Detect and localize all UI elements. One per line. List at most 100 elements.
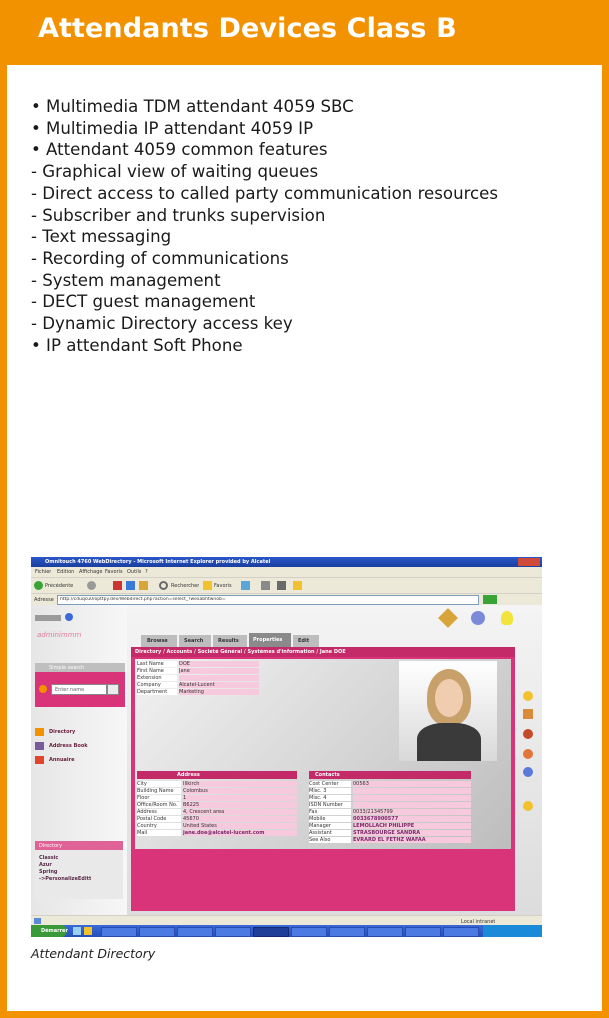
email-icon[interactable]: [523, 767, 533, 777]
taskbar-button[interactable]: [101, 927, 137, 937]
cell-label: Department: [137, 689, 177, 695]
feature-list: • Multimedia TDM attendant 4059 SBC • Mu…: [31, 96, 498, 356]
taskbar-button[interactable]: [367, 927, 403, 937]
tab-label: Search: [184, 638, 204, 644]
back-label[interactable]: Précédente: [45, 583, 73, 589]
cell-value: Jane: [179, 668, 259, 674]
menu-item[interactable]: ?: [145, 569, 148, 575]
home-icon[interactable]: [139, 581, 148, 590]
list-item: • IP attendant Soft Phone: [31, 335, 243, 355]
stop-icon[interactable]: [113, 581, 122, 590]
folders-title: Directory: [39, 843, 63, 849]
nav-item-directory[interactable]: Directory: [35, 727, 123, 737]
tab-properties[interactable]: Properties: [249, 633, 291, 647]
menu-item[interactable]: Edition: [57, 569, 74, 575]
folder-item[interactable]: ->PersonalizeEditt: [39, 876, 91, 882]
cell-label: Address: [137, 809, 181, 815]
cell-value: jane.doe@alcatel-lucent.com: [183, 830, 297, 836]
address-book-icon: [35, 742, 44, 750]
go-button[interactable]: [483, 595, 497, 604]
cell-label: Company: [137, 682, 177, 688]
key-icon[interactable]: [523, 801, 533, 811]
taskbar-button[interactable]: [215, 927, 251, 937]
cell-label: Mobile: [309, 816, 351, 822]
print-icon[interactable]: [277, 581, 286, 590]
photo-face: [435, 679, 463, 717]
tab-results[interactable]: Results: [213, 635, 247, 647]
search-input[interactable]: Enter name: [51, 684, 107, 695]
cell-value: [353, 802, 471, 808]
taskbar-button[interactable]: [177, 927, 213, 937]
cell-value: Alcatel-Lucent: [179, 682, 259, 688]
taskbar-button[interactable]: [139, 927, 175, 937]
call-icon[interactable]: [523, 729, 533, 739]
quick-launch-icon[interactable]: [84, 927, 92, 935]
list-item: - Dynamic Directory access key: [31, 314, 293, 334]
taskbar-button[interactable]: [405, 927, 441, 937]
table-row: Manager LEMOLLACH PHILIPPE: [309, 823, 471, 830]
tab-label: Browse: [147, 638, 168, 644]
favorites-icon[interactable]: [203, 581, 212, 590]
folder-item[interactable]: Spring: [39, 869, 58, 875]
cell-label: ISDN Number: [309, 802, 351, 808]
edit-contact-icon[interactable]: [523, 709, 533, 719]
favorites-label[interactable]: Favoris: [214, 583, 232, 589]
people-icon[interactable]: [471, 611, 485, 625]
system-tray: [483, 925, 542, 937]
nav-item-annuaire[interactable]: Annuaire: [35, 755, 123, 765]
cell-value: [179, 675, 259, 681]
add-contact-icon[interactable]: [523, 691, 533, 701]
address-input[interactable]: http://cduqcu0/opttpy.dev/Webdirect.php?…: [57, 595, 479, 605]
taskbar-button[interactable]: [443, 927, 479, 937]
menu-item[interactable]: Affichage: [79, 569, 103, 575]
cell-value: DOE: [179, 661, 259, 667]
cell-value: EVRARD EL FETHZ WAFAA: [353, 837, 471, 843]
start-button[interactable]: Démarrer: [31, 925, 68, 937]
table-row: Country United States: [137, 823, 297, 830]
taskbar-button[interactable]: [329, 927, 365, 937]
taskbar-button-active[interactable]: [253, 927, 289, 937]
back-icon[interactable]: [34, 581, 43, 590]
tools-icon[interactable]: [438, 608, 458, 628]
cell-value: United States: [183, 823, 297, 829]
content-panel: Directory / Accounts / Société Général /…: [131, 647, 515, 911]
search-go-icon[interactable]: [39, 685, 47, 693]
menu-item[interactable]: Favoris: [105, 569, 123, 575]
table-row: First Name Jane: [137, 668, 259, 675]
cell-value: 1: [183, 795, 297, 801]
table-row: Extension: [137, 675, 259, 682]
tab-browse[interactable]: Browse: [141, 635, 177, 647]
media-icon[interactable]: [241, 581, 250, 590]
refresh-icon[interactable]: [126, 581, 135, 590]
cell-value: STRASBOURGE SANDRA: [353, 830, 471, 836]
menu-item[interactable]: Outils: [127, 569, 141, 575]
taskbar-button[interactable]: [291, 927, 327, 937]
browser-toolbar: Précédente Rechercher Favoris: [31, 577, 542, 594]
contact-photo: [399, 661, 497, 761]
cell-value: [353, 788, 471, 794]
menu-item[interactable]: Fichier: [35, 569, 51, 575]
cell-label: Floor: [137, 795, 181, 801]
cell-value: 00563: [353, 781, 471, 787]
folder-item[interactable]: Classic: [39, 855, 58, 861]
address-label: Adresse: [34, 597, 54, 603]
message-icon[interactable]: [523, 749, 533, 759]
folder-item[interactable]: Azur: [39, 862, 52, 868]
folder-icon[interactable]: [293, 581, 302, 590]
tab-edit[interactable]: Edit: [293, 635, 319, 647]
search-icon[interactable]: [159, 581, 168, 590]
forward-icon[interactable]: [87, 581, 96, 590]
window-controls[interactable]: [518, 558, 540, 566]
search-panel-title: Simple search: [49, 665, 85, 671]
tab-search[interactable]: Search: [179, 635, 211, 647]
search-dropdown[interactable]: [107, 684, 119, 695]
address-bar: Adresse http://cduqcu0/opttpy.dev/Webdir…: [31, 593, 542, 605]
nav-item-address-book[interactable]: Address Book: [35, 741, 123, 751]
table-row: Cost Center 00563: [309, 781, 471, 788]
search-label[interactable]: Rechercher: [171, 583, 199, 589]
cell-label: Misc. 4: [309, 795, 351, 801]
quick-launch-icon[interactable]: [73, 927, 81, 935]
cell-value: Marketing: [179, 689, 259, 695]
mail-icon[interactable]: [261, 581, 270, 590]
bulb-icon[interactable]: [501, 611, 513, 625]
